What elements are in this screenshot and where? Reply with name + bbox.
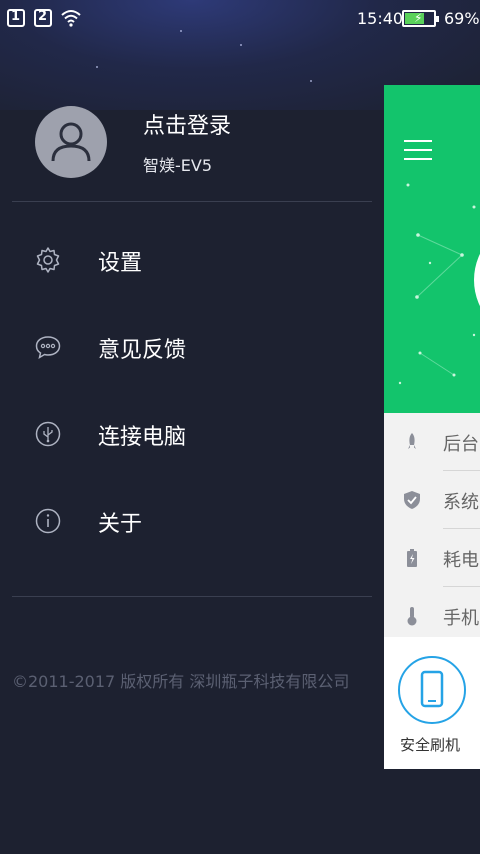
- list-item[interactable]: 系统: [384, 471, 480, 529]
- app-bottom-bar: 安全刷机: [384, 637, 480, 769]
- copyright-text: ©2011-2017 版权所有 深圳瓶子科技有限公司: [12, 672, 350, 691]
- clock: 15:40: [357, 9, 404, 28]
- shield-icon: [404, 491, 420, 509]
- wifi-icon: [61, 10, 81, 27]
- sim2-icon: 2: [34, 9, 52, 27]
- safe-flash-label[interactable]: 安全刷机: [400, 734, 460, 755]
- menu-item-connect-pc[interactable]: 连接电脑: [0, 404, 380, 464]
- divider: [12, 596, 372, 597]
- login-link[interactable]: 点击登录: [143, 108, 231, 140]
- battery-percent: 69%: [444, 9, 480, 28]
- safe-flash-button[interactable]: [398, 656, 466, 724]
- constellation-decoration: [398, 183, 476, 385]
- divider: [12, 201, 372, 202]
- background-app-panel[interactable]: 后台 系统 耗电 手机 安全刷机: [384, 85, 480, 769]
- star: [240, 44, 242, 46]
- avatar[interactable]: [35, 106, 107, 178]
- menu-item-label: 关于: [98, 512, 143, 537]
- menu-item-settings[interactable]: 设置: [0, 230, 380, 290]
- menu-item-feedback[interactable]: 意见反馈: [0, 317, 380, 377]
- star: [96, 66, 98, 68]
- usb-icon: [35, 421, 61, 447]
- menu-item-label: 设置: [98, 251, 143, 276]
- list-item[interactable]: 后台: [384, 413, 480, 471]
- sim1-icon: 1: [7, 9, 25, 27]
- feedback-icon: [35, 336, 61, 360]
- device-name: 智媄-EV5: [143, 156, 213, 175]
- app-feature-list: 后台 系统 耗电 手机: [384, 413, 480, 637]
- star: [310, 80, 312, 82]
- menu-item-label: 意见反馈: [98, 338, 187, 363]
- menu-item-label: 连接电脑: [98, 425, 187, 450]
- app-header: [384, 85, 480, 413]
- list-item[interactable]: 耗电: [384, 529, 480, 587]
- status-bar: 1 2 15:40 ⚡ 69%: [0, 0, 480, 38]
- phone-icon: [420, 670, 444, 708]
- user-icon: [51, 122, 91, 162]
- menu-item-about[interactable]: 关于: [0, 491, 380, 551]
- gear-icon: [36, 247, 60, 273]
- thermometer-icon: [407, 607, 417, 626]
- rocket-icon: [408, 433, 416, 449]
- info-icon: [35, 508, 61, 534]
- battery-icon: ⚡: [402, 10, 439, 27]
- battery-icon: [407, 549, 417, 567]
